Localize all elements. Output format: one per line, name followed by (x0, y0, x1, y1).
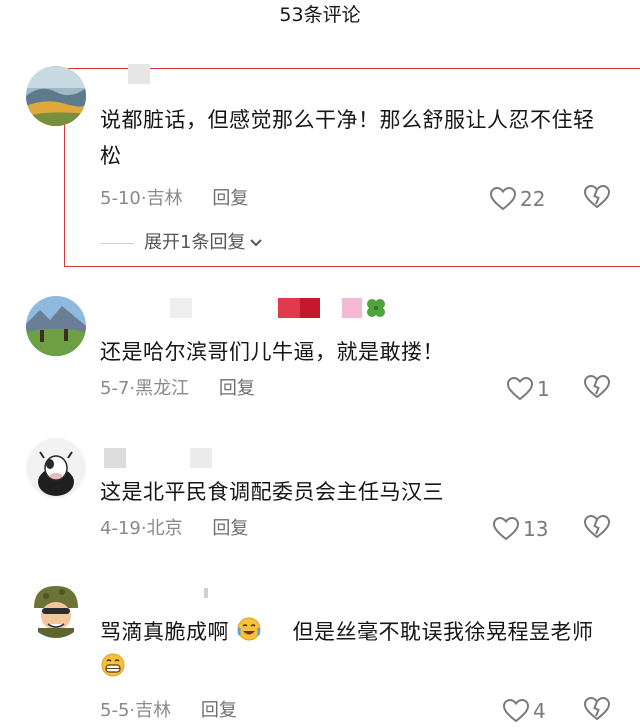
comment-meta: 4-19·北京 回复 (100, 518, 249, 539)
avatar[interactable] (26, 438, 86, 498)
broken-heart-icon (584, 375, 610, 399)
comment-text: 骂滴真脆成啊 但是丝毫不耽误我徐晃程昱老师 (100, 614, 620, 686)
comment-location: 黑龙江 (135, 378, 190, 399)
avatar-landscape-image (26, 66, 86, 126)
dislike-button[interactable] (584, 515, 610, 543)
expand-replies-label: 展开1条回复 (144, 232, 246, 253)
crying-laughing-emoji-icon (237, 617, 261, 641)
like-count: 4 (533, 699, 546, 723)
broken-heart-icon (584, 185, 610, 209)
heart-icon (493, 517, 519, 541)
comment-meta: 5-5·吉林 回复 (100, 700, 237, 721)
comment-text: 说都脏话，但感觉那么干净！那么舒服让人忍不住轻松 (100, 108, 595, 168)
comment-count-title: 53条评论 (279, 4, 361, 26)
like-count: 22 (520, 187, 546, 211)
heart-icon (490, 187, 516, 211)
comment-location: 吉林 (135, 700, 172, 721)
broken-heart-icon (584, 697, 610, 721)
like-count: 1 (537, 377, 550, 401)
avatar[interactable] (26, 578, 86, 638)
avatar-meadow-image (26, 296, 86, 356)
avatar[interactable] (26, 296, 86, 356)
comment-location: 北京 (146, 518, 183, 539)
reply-button[interactable]: 回复 (212, 518, 248, 539)
like-count: 13 (523, 517, 549, 541)
heart-icon (503, 699, 529, 723)
avatar-cow-image (26, 438, 86, 498)
avatar-soldier-image (26, 578, 86, 638)
dislike-button[interactable] (584, 375, 610, 403)
broken-heart-icon (584, 515, 610, 539)
like-button[interactable]: 4 (503, 697, 546, 725)
comment-text: 这是北平民食调配委员会主任马汉三 (100, 480, 444, 504)
dislike-button[interactable] (584, 697, 610, 725)
expand-replies-button[interactable]: 展开1条回复 (100, 231, 263, 255)
like-button[interactable]: 13 (493, 515, 548, 543)
comments-header: 53条评论 (0, 0, 640, 30)
comment-location: 吉林 (146, 188, 183, 209)
like-button[interactable]: 22 (490, 185, 545, 213)
comment-date: 5-10 (100, 188, 141, 209)
avatar[interactable] (26, 66, 86, 126)
comment-text: 还是哈尔滨哥们儿牛逼，就是敢搂！ (100, 340, 444, 364)
clover-icon (367, 299, 385, 317)
comment-text-part2: 但是丝毫不耽误我徐晃程昱老师 (292, 620, 594, 644)
like-button[interactable]: 1 (507, 375, 550, 403)
reply-button[interactable]: 回复 (201, 700, 237, 721)
comment-date: 5-7 (100, 378, 130, 399)
reply-button[interactable]: 回复 (219, 378, 255, 399)
comment-date: 4-19 (100, 518, 141, 539)
comment-meta: 5-7·黑龙江 回复 (100, 378, 255, 399)
reply-button[interactable]: 回复 (212, 188, 248, 209)
chevron-down-icon (250, 239, 263, 247)
grinning-emoji-icon (101, 653, 125, 677)
heart-icon (507, 377, 533, 401)
comment-date: 5-5 (100, 700, 130, 721)
comment-text-part1: 骂滴真脆成啊 (100, 620, 229, 644)
dislike-button[interactable] (584, 185, 610, 213)
comment-meta: 5-10·吉林 回复 (100, 188, 249, 209)
